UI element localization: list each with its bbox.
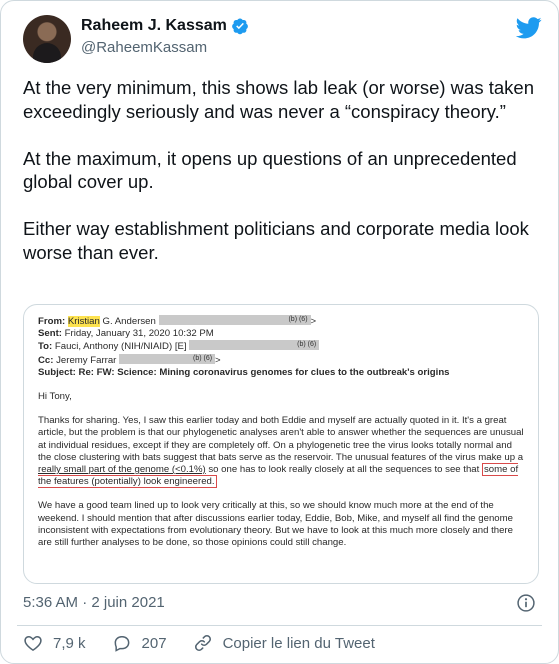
redaction-box: (b) (6) bbox=[158, 315, 311, 325]
underlined-text: really small part of the genome (<0.1%) bbox=[38, 464, 206, 476]
redaction-code: (b) (6) bbox=[192, 354, 213, 362]
copy-link-label: Copier le lien du Tweet bbox=[222, 634, 375, 652]
sent-value: Friday, January 31, 2020 10:32 PM bbox=[61, 328, 214, 340]
from-label: From: bbox=[38, 316, 66, 327]
email-greeting: Hi Tony, bbox=[38, 391, 72, 403]
subject-value: Re: FW: Science: Mining coronavirus geno… bbox=[75, 366, 450, 378]
cc-label: Cc: bbox=[38, 354, 54, 366]
link-icon bbox=[194, 635, 211, 651]
avatar[interactable] bbox=[23, 15, 71, 63]
email-text: so one has to look really closely at all… bbox=[205, 464, 482, 476]
redaction-box: (b) (6) bbox=[119, 353, 216, 364]
to-label: To: bbox=[38, 341, 53, 353]
email-text: Thanks for sharing. Yes, I saw this earl… bbox=[38, 415, 524, 463]
cc-end: > bbox=[215, 354, 221, 366]
info-icon[interactable] bbox=[516, 593, 536, 613]
from-rest: G. Andersen bbox=[99, 316, 156, 327]
reply-count: 207 bbox=[141, 634, 167, 652]
attached-document-image[interactable]: From: Kristian G. Andersen (b) (6) > Sent… bbox=[23, 304, 539, 584]
email-subject-line: Subject: Re: FW: Science: Mining coronav… bbox=[38, 367, 526, 379]
twitter-bird-icon[interactable] bbox=[516, 17, 542, 39]
reply-bubble-icon bbox=[114, 636, 129, 652]
tweet-actions: 7,9 k 207 Copier le lien du Tweet bbox=[23, 632, 401, 654]
copy-link-button[interactable]: Copier le lien du Tweet bbox=[193, 633, 375, 653]
email-cc-line: Cc: Jeremy Farrar (b) (6) > bbox=[38, 353, 526, 367]
sent-label: Sent: bbox=[38, 328, 62, 340]
from-first-name: Kristian bbox=[67, 316, 100, 327]
tweet-paragraph: At the maximum, it opens up questions of… bbox=[23, 147, 517, 193]
email-to-line: To: Fauci, Anthony (NIH/NIAID) [E] (b) (… bbox=[38, 340, 526, 353]
to-value: Fauci, Anthony (NIH/NIAID) [E] bbox=[52, 341, 187, 353]
redaction-code: (b) (6) bbox=[297, 341, 317, 349]
email-document: From: Kristian G. Andersen (b) (6) > Sent… bbox=[38, 315, 526, 549]
tweet-card: Raheem J. Kassam @RaheemKassam At the ve… bbox=[0, 0, 559, 664]
author-handle[interactable]: @RaheemKassam bbox=[81, 39, 207, 56]
tweet-timestamp[interactable]: 5:36 AM · 2 juin 2021 bbox=[23, 594, 165, 611]
tweet-header: Raheem J. Kassam @RaheemKassam bbox=[23, 15, 542, 67]
tweet-meta: 5:36 AM · 2 juin 2021 bbox=[23, 594, 536, 614]
email-paragraph: Thanks for sharing. Yes, I saw this earl… bbox=[38, 415, 526, 489]
tweet-paragraph: Either way establishment politicians and… bbox=[23, 218, 529, 263]
subject-label: Subject: bbox=[38, 366, 76, 378]
reply-button[interactable]: 207 bbox=[112, 633, 167, 653]
like-count: 7,9 k bbox=[53, 634, 86, 652]
email-paragraph: We have a good team lined up to look ver… bbox=[38, 500, 513, 549]
redaction-code: (b) (6) bbox=[288, 316, 308, 323]
cc-value: Jeremy Farrar bbox=[53, 354, 117, 366]
redaction-box: (b) (6) bbox=[189, 340, 320, 351]
email-sent-line: Sent: Friday, January 31, 2020 10:32 PM bbox=[38, 328, 526, 340]
tweet-text: At the very minimum, this shows lab leak… bbox=[23, 76, 543, 264]
email-from-line: From: Kristian G. Andersen (b) (6) > bbox=[38, 315, 526, 328]
from-end: > bbox=[310, 316, 317, 327]
tweet-paragraph: At the very minimum, this shows lab leak… bbox=[23, 77, 534, 122]
heart-icon bbox=[24, 635, 42, 651]
like-button[interactable]: 7,9 k bbox=[23, 633, 86, 653]
author-display-name[interactable]: Raheem J. Kassam bbox=[81, 17, 227, 35]
divider bbox=[17, 625, 542, 626]
verified-badge-icon bbox=[231, 18, 248, 35]
author-name-row[interactable]: Raheem J. Kassam bbox=[81, 17, 249, 35]
